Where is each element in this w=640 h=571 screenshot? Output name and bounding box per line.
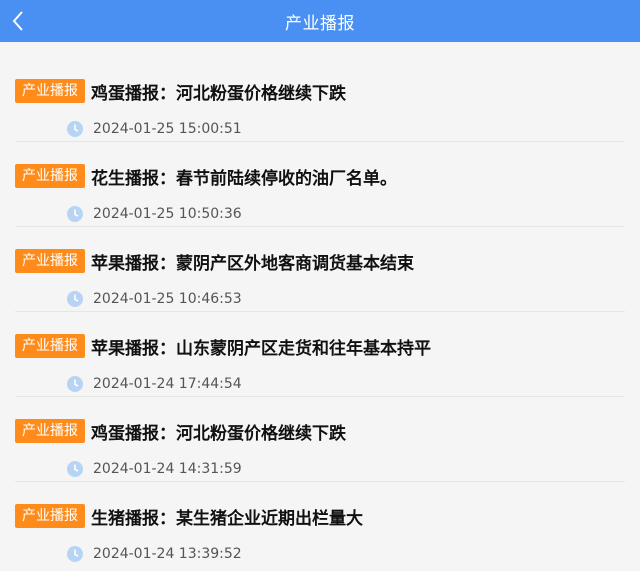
news-title-row: 产业播报 鸡蛋播报：河北粉蛋价格继续下跌 (15, 78, 346, 104)
news-title: 苹果播报：蒙阴产区外地客商调货基本结束 (91, 253, 414, 274)
category-tag: 产业播报 (15, 504, 85, 528)
back-button[interactable] (6, 0, 30, 42)
news-list: 产业播报 鸡蛋播报：河北粉蛋价格继续下跌 2024-01-25 15:00:51… (0, 42, 640, 562)
news-item[interactable]: 产业播报 苹果播报：山东蒙阴产区走货和往年基本持平 2024-01-24 17:… (0, 297, 640, 397)
news-item[interactable]: 产业播报 鸡蛋播报：河北粉蛋价格继续下跌 2024-01-25 15:00:51 (0, 42, 640, 142)
category-tag: 产业播报 (15, 334, 85, 358)
news-title-row: 产业播报 苹果播报：蒙阴产区外地客商调货基本结束 (15, 248, 414, 274)
header-bar: 产业播报 (0, 0, 640, 42)
news-item[interactable]: 产业播报 苹果播报：蒙阴产区外地客商调货基本结束 2024-01-25 10:4… (0, 212, 640, 312)
news-item[interactable]: 产业播报 花生播报：春节前陆续停收的油厂名单。 2024-01-25 10:50… (0, 127, 640, 227)
news-title: 鸡蛋播报：河北粉蛋价格继续下跌 (91, 423, 346, 444)
category-tag: 产业播报 (15, 419, 85, 443)
news-title: 苹果播报：山东蒙阴产区走货和往年基本持平 (91, 338, 431, 359)
news-title: 生猪播报：某生猪企业近期出栏量大 (91, 508, 363, 529)
news-title-row: 产业播报 鸡蛋播报：河北粉蛋价格继续下跌 (15, 418, 346, 444)
news-title: 花生播报：春节前陆续停收的油厂名单。 (91, 168, 397, 189)
category-tag: 产业播报 (15, 249, 85, 273)
news-meta: 2024-01-24 13:39:52 (66, 544, 242, 564)
page-title: 产业播报 (285, 13, 355, 34)
news-title: 鸡蛋播报：河北粉蛋价格继续下跌 (91, 83, 346, 104)
news-title-row: 产业播报 生猪播报：某生猪企业近期出栏量大 (15, 503, 363, 529)
news-title-row: 产业播报 苹果播报：山东蒙阴产区走货和往年基本持平 (15, 333, 431, 359)
news-item[interactable]: 产业播报 生猪播报：某生猪企业近期出栏量大 2024-01-24 13:39:5… (0, 467, 640, 562)
category-tag: 产业播报 (15, 164, 85, 188)
chevron-left-icon (12, 11, 23, 31)
category-tag: 产业播报 (15, 79, 85, 103)
clock-icon (67, 546, 83, 562)
news-item[interactable]: 产业播报 鸡蛋播报：河北粉蛋价格继续下跌 2024-01-24 14:31:59 (0, 382, 640, 482)
news-title-row: 产业播报 花生播报：春节前陆续停收的油厂名单。 (15, 163, 397, 189)
news-timestamp: 2024-01-24 13:39:52 (93, 546, 242, 562)
